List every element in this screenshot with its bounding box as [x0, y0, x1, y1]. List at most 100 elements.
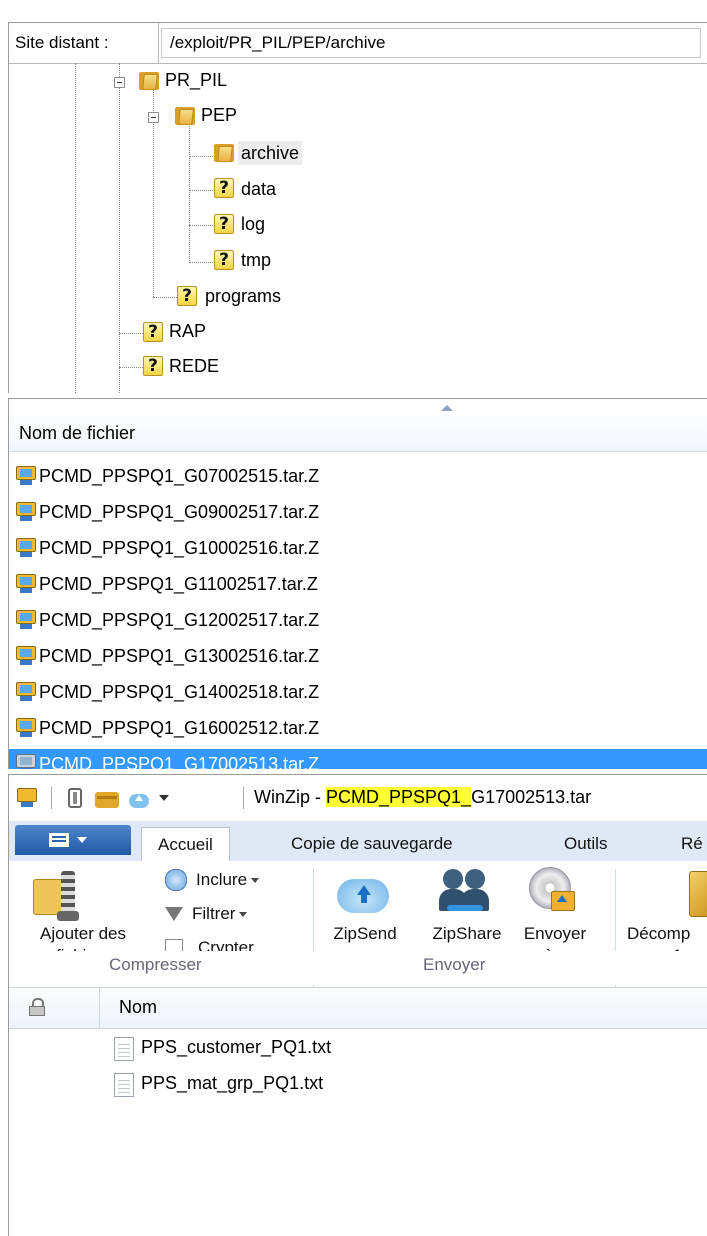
tree-node-rap[interactable]: RAP: [169, 319, 206, 343]
winzip-window: WinZip - PCMD_PPSPQ1_G17002513.tar Accue…: [8, 774, 707, 1236]
archive-file-row[interactable]: PPS_customer_PQ1.txt: [9, 1033, 707, 1065]
wizard-icon[interactable]: [65, 788, 87, 810]
tree-guide-line: [189, 262, 213, 263]
remote-site-panel: Site distant : /exploit/PR_PIL/PEP/archi…: [8, 22, 707, 393]
add-files-label-1: Ajouter des: [40, 924, 126, 943]
unknown-folder-icon: ?: [143, 356, 163, 376]
tree-guide-line: [189, 190, 213, 191]
tab-accueil[interactable]: Accueil: [141, 827, 230, 861]
include-button[interactable]: Inclure: [165, 869, 260, 895]
tree-guide-line: [75, 63, 76, 393]
folder-icon: [139, 70, 159, 90]
unknown-folder-icon: ?: [177, 286, 197, 306]
collapse-toggle-pr-pil[interactable]: [114, 77, 125, 88]
folder-icon: [175, 105, 195, 125]
unknown-folder-icon: ?: [214, 178, 234, 198]
tree-guide-line: [189, 156, 213, 157]
file-menu-button[interactable]: [15, 825, 131, 855]
file-row[interactable]: PCMD_PPSPQ1_G14002518.tar.Z: [9, 677, 707, 707]
tree-node-pep[interactable]: PEP: [201, 103, 237, 127]
column-header-name[interactable]: Nom: [119, 997, 157, 1018]
tree-node-data[interactable]: data: [241, 177, 276, 201]
filter-button[interactable]: Filtrer: [165, 903, 248, 929]
archive-file-name: PPS_customer_PQ1.txt: [141, 1037, 332, 1057]
send-to-label-1: Envoyer: [523, 924, 587, 943]
ribbon-group-labels: Compresser Envoyer: [9, 951, 707, 985]
text-file-icon: [114, 1037, 134, 1061]
zipshare-icon: [439, 867, 493, 915]
archive-file-row[interactable]: PPS_mat_grp_PQ1.txt: [9, 1069, 707, 1101]
window-title: WinZip - PCMD_PPSPQ1_G17002513.tar: [254, 787, 591, 808]
file-row[interactable]: PCMD_PPSPQ1_G13002516.tar.Z: [9, 641, 707, 671]
tree-node-pr-pil[interactable]: PR_PIL: [165, 68, 227, 92]
collapse-toggle-pep[interactable]: [148, 112, 159, 123]
unzip-label-1: Décomp: [627, 924, 691, 943]
customize-qat-icon[interactable]: [159, 795, 169, 801]
archive-file-icon: [16, 502, 38, 522]
tree-node-archive[interactable]: archive: [238, 141, 303, 165]
group-label-send: Envoyer: [423, 955, 486, 974]
tab-partial[interactable]: Ré: [681, 827, 703, 861]
zipsend-label: ZipSend: [333, 924, 397, 943]
title-bar: WinZip - PCMD_PPSPQ1_G17002513.tar: [9, 775, 707, 821]
archive-file-icon: [16, 610, 38, 630]
archive-file-icon: [16, 754, 38, 769]
file-name: PCMD_PPSPQ1_G13002516.tar.Z: [39, 646, 320, 666]
file-row[interactable]: PCMD_PPSPQ1_G17002513.tar.Z: [9, 749, 707, 769]
remote-site-bar: Site distant : /exploit/PR_PIL/PEP/archi…: [9, 23, 707, 64]
file-row[interactable]: PCMD_PPSPQ1_G09002517.tar.Z: [9, 497, 707, 527]
file-list-header[interactable]: Nom de fichier: [9, 405, 707, 452]
tree-node-rede[interactable]: REDE: [169, 354, 219, 378]
file-name: PCMD_PPSPQ1_G14002518.tar.Z: [39, 682, 320, 702]
archive-file-icon: [16, 646, 38, 666]
tab-backup[interactable]: Copie de sauvegarde: [291, 827, 453, 861]
dropdown-arrow-icon: [251, 877, 260, 883]
ribbon-tab-bar: Accueil Copie de sauvegarde Outils Ré: [9, 821, 707, 862]
filter-label: Filtrer: [192, 904, 236, 923]
lock-icon[interactable]: [29, 998, 45, 1016]
open-archive-icon[interactable]: [95, 788, 119, 810]
winzip-app-icon[interactable]: [17, 788, 39, 808]
column-header-filename[interactable]: Nom de fichier: [19, 423, 135, 444]
remote-site-label: Site distant :: [9, 23, 159, 63]
tree-node-log[interactable]: log: [241, 212, 265, 236]
include-label: Inclure: [196, 870, 248, 889]
tree-guide-line: [189, 225, 213, 226]
file-row[interactable]: PCMD_PPSPQ1_G12002517.tar.Z: [9, 605, 707, 635]
include-icon: [165, 869, 187, 892]
tree-node-programs[interactable]: programs: [205, 284, 281, 308]
archive-file-name: PPS_mat_grp_PQ1.txt: [141, 1073, 324, 1093]
remote-path-input[interactable]: /exploit/PR_PIL/PEP/archive: [161, 28, 701, 58]
unknown-folder-icon: ?: [214, 250, 234, 270]
file-row[interactable]: PCMD_PPSPQ1_G11002517.tar.Z: [9, 569, 707, 599]
file-row[interactable]: PCMD_PPSPQ1_G16002512.tar.Z: [9, 713, 707, 743]
tree-guide-line: [119, 63, 120, 393]
tree-guide-line: [119, 333, 143, 334]
tree-guide-line: [153, 297, 177, 298]
file-row[interactable]: PCMD_PPSPQ1_G10002516.tar.Z: [9, 533, 707, 563]
ribbon-panel: Ajouter des fichiers Inclure Filtrer Cry…: [9, 861, 707, 1009]
add-files-icon: [31, 871, 79, 923]
tab-tools[interactable]: Outils: [564, 827, 607, 861]
archive-file-icon: [16, 682, 38, 702]
archive-file-icon: [16, 538, 38, 558]
tree-node-tmp[interactable]: tmp: [241, 248, 271, 272]
file-name: PCMD_PPSPQ1_G17002513.tar.Z: [39, 754, 320, 769]
cloud-upload-icon[interactable]: [127, 788, 149, 810]
dropdown-arrow-icon: [239, 911, 248, 917]
title-prefix: WinZip -: [254, 787, 326, 807]
archive-file-icon: [16, 466, 38, 486]
archive-file-icon: [16, 718, 38, 738]
archive-list-header: Nom: [9, 987, 707, 1029]
group-label-compress: Compresser: [109, 955, 202, 974]
file-name: PCMD_PPSPQ1_G11002517.tar.Z: [39, 574, 318, 594]
file-name: PCMD_PPSPQ1_G12002517.tar.Z: [39, 610, 320, 630]
file-row[interactable]: PCMD_PPSPQ1_G07002515.tar.Z: [9, 461, 707, 491]
column-divider[interactable]: [99, 988, 100, 1028]
separator: [243, 787, 244, 809]
text-file-icon: [114, 1073, 134, 1097]
unknown-folder-icon: ?: [143, 322, 163, 342]
zipshare-button[interactable]: ZipShare: [423, 923, 511, 945]
title-highlight: PCMD_PPSPQ1_: [326, 787, 472, 807]
tree-guide-line: [189, 119, 190, 263]
